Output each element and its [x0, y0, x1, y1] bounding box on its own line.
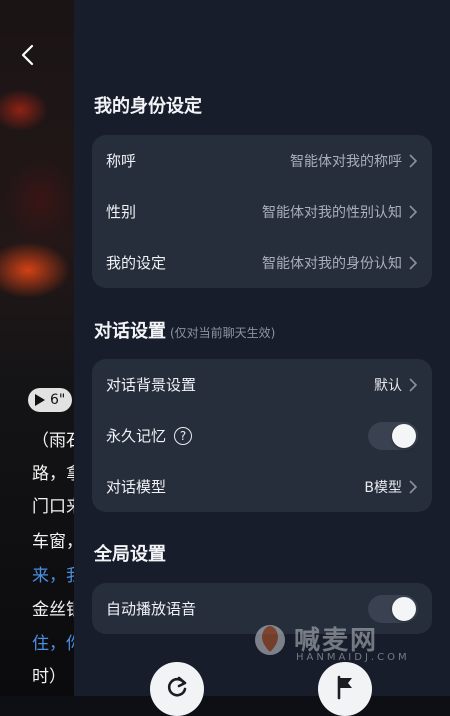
chevron-right-icon — [409, 255, 418, 270]
dialog-card: 对话背景设置 默认 永久记忆 ? 对话模型 B模型 — [92, 359, 432, 512]
permanent-memory-text: 永久记忆 — [106, 427, 167, 445]
story-line: 住，你 — [32, 634, 76, 654]
watermark-subtext: HANMAIDJ.COM — [296, 652, 410, 663]
settings-panel: 我的身份设定 称呼 智能体对我的称呼 性别 智能体对我的性别认知 我的设定 智能… — [74, 0, 450, 716]
nickname-value: 智能体对我的称呼 — [290, 153, 402, 170]
nickname-label: 称呼 — [106, 152, 137, 170]
my-setting-label: 我的设定 — [106, 254, 167, 272]
autoplay-voice-label: 自动播放语音 — [106, 600, 197, 618]
voice-duration: 6" — [50, 392, 66, 408]
chevron-right-icon — [409, 479, 418, 494]
flag-icon — [337, 675, 352, 700]
chat-model-label: 对话模型 — [106, 478, 167, 496]
chevron-right-icon — [409, 153, 418, 168]
voice-play-chip[interactable]: 6" — [28, 388, 72, 412]
back-button[interactable] — [14, 42, 40, 68]
identity-card: 称呼 智能体对我的称呼 性别 智能体对我的性别认知 我的设定 智能体对我的身份认… — [92, 135, 432, 288]
permanent-memory-label: 永久记忆 ? — [106, 425, 368, 446]
dialog-title: 对话设置 — [94, 321, 166, 342]
my-setting-row[interactable]: 我的设定 智能体对我的身份认知 — [92, 237, 432, 288]
chat-model-value: B模型 — [364, 479, 402, 496]
gender-value: 智能体对我的性别认知 — [262, 204, 402, 221]
chat-background-label: 对话背景设置 — [106, 376, 197, 394]
chevron-left-icon — [21, 44, 34, 66]
dialog-section-title: 对话设置 (仅对当前聊天生效) — [94, 317, 275, 343]
identity-section-title: 我的身份设定 — [94, 96, 202, 117]
report-button[interactable] — [318, 662, 372, 716]
permanent-memory-row: 永久记忆 ? — [92, 410, 432, 461]
gender-row[interactable]: 性别 智能体对我的性别认知 — [92, 186, 432, 237]
chevron-right-icon — [409, 204, 418, 219]
story-line: 车窗， — [32, 532, 76, 552]
refresh-icon — [167, 676, 187, 697]
chat-model-row[interactable]: 对话模型 B模型 — [92, 461, 432, 512]
story-line: （雨石 — [32, 431, 76, 451]
nickname-row[interactable]: 称呼 智能体对我的称呼 — [92, 135, 432, 186]
play-icon — [35, 394, 45, 406]
story-line: 金丝银 — [32, 600, 76, 620]
chat-background-value: 默认 — [374, 377, 402, 394]
reset-button[interactable] — [150, 662, 204, 716]
my-setting-value: 智能体对我的身份认知 — [262, 255, 402, 272]
watermark-emblem-icon — [255, 625, 285, 655]
story-line: 路，拿 — [32, 464, 76, 484]
permanent-memory-toggle[interactable] — [368, 421, 418, 450]
watermark-logo: 喊麦网 HANMAIDJ.COM — [250, 618, 450, 666]
story-line: 时） — [32, 667, 66, 687]
story-line: 来，我 — [32, 566, 76, 586]
toggle-knob — [392, 423, 416, 448]
help-icon[interactable]: ? — [174, 426, 193, 445]
toggle-knob — [392, 596, 416, 621]
dialog-subtitle: (仅对当前聊天生效) — [170, 326, 276, 340]
chat-background-row[interactable]: 对话背景设置 默认 — [92, 359, 432, 410]
global-section-title: 全局设置 — [94, 544, 166, 565]
chevron-right-icon — [409, 377, 418, 392]
gender-label: 性别 — [106, 203, 137, 221]
story-line: 门口来 — [32, 497, 76, 517]
